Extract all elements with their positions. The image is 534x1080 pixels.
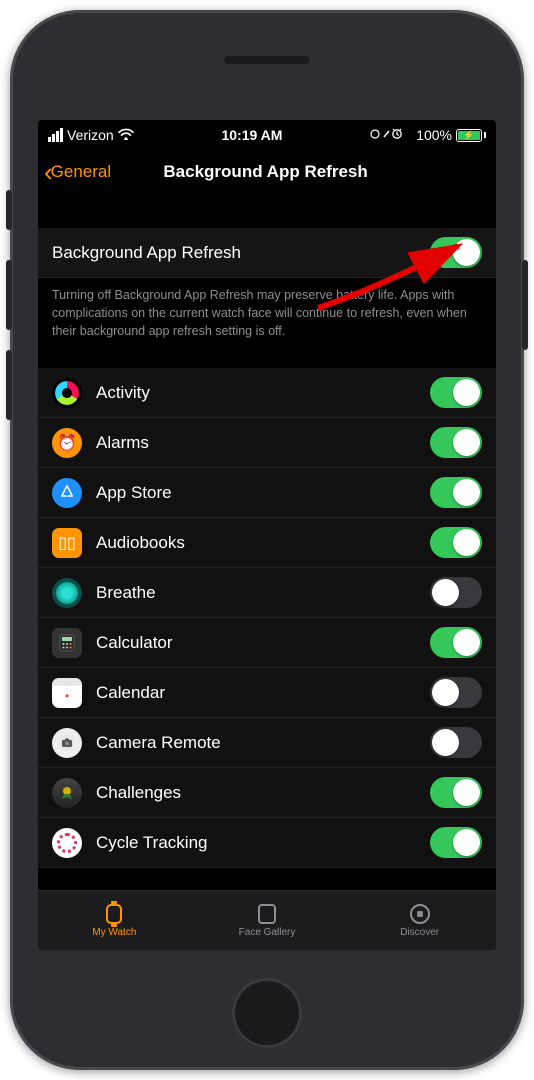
app-row-audiobooks[interactable]: ▯▯ Audiobooks <box>38 518 496 568</box>
camera-icon <box>52 728 82 758</box>
activity-icon <box>52 378 82 408</box>
app-toggle-activity[interactable] <box>430 377 482 408</box>
battery-pct: 100% <box>416 127 452 143</box>
app-row-camera[interactable]: Camera Remote <box>38 718 496 768</box>
tab-bar: My Watch Face Gallery Discover <box>38 890 496 950</box>
app-label: Calendar <box>96 683 430 703</box>
app-row-calendar[interactable]: ▪ Calendar <box>38 668 496 718</box>
watch-icon <box>101 903 127 925</box>
calculator-icon <box>52 628 82 658</box>
home-button[interactable] <box>232 978 302 1048</box>
app-toggle-alarms[interactable] <box>430 427 482 458</box>
alarms-icon: ⏰ <box>52 428 82 458</box>
app-toggle-cycle[interactable] <box>430 827 482 858</box>
app-row-calculator[interactable]: Calculator <box>38 618 496 668</box>
app-row-breathe[interactable]: Breathe <box>38 568 496 618</box>
face-icon <box>254 903 280 925</box>
master-toggle-row[interactable]: Background App Refresh <box>38 228 496 278</box>
app-label: Activity <box>96 383 430 403</box>
challenges-icon <box>52 778 82 808</box>
audiobooks-icon: ▯▯ <box>52 528 82 558</box>
status-bar: Verizon 10:19 AM 100% ⚡ <box>38 120 496 150</box>
app-label: Audiobooks <box>96 533 430 553</box>
wifi-icon <box>118 127 134 143</box>
app-list: Activity ⏰ Alarms App Store ▯▯ Audiobooks Brea… <box>38 368 496 868</box>
app-toggle-camera[interactable] <box>430 727 482 758</box>
app-label: Cycle Tracking <box>96 833 430 853</box>
app-row-appstore[interactable]: App Store <box>38 468 496 518</box>
battery-icon: ⚡ <box>456 129 486 142</box>
tab-label: Discover <box>400 927 439 938</box>
tab-label: My Watch <box>92 927 136 938</box>
clock: 10:19 AM <box>221 127 282 143</box>
master-toggle-label: Background App Refresh <box>52 243 430 263</box>
app-toggle-audiobooks[interactable] <box>430 527 482 558</box>
carrier-label: Verizon <box>67 127 114 143</box>
app-toggle-appstore[interactable] <box>430 477 482 508</box>
tab-label: Face Gallery <box>239 927 296 938</box>
section-footer: Turning off Background App Refresh may p… <box>38 278 496 340</box>
app-row-challenges[interactable]: Challenges <box>38 768 496 818</box>
back-label: General <box>51 162 111 182</box>
cycle-icon <box>52 828 82 858</box>
app-label: Alarms <box>96 433 430 453</box>
app-row-activity[interactable]: Activity <box>38 368 496 418</box>
tab-watch[interactable]: My Watch <box>38 891 191 950</box>
app-row-alarms[interactable]: ⏰ Alarms <box>38 418 496 468</box>
back-button[interactable]: ‹ General <box>44 159 111 185</box>
nav-bar: ‹ General Background App Refresh <box>38 150 496 194</box>
calendar-icon: ▪ <box>52 678 82 708</box>
app-toggle-calculator[interactable] <box>430 627 482 658</box>
tab-compass[interactable]: Discover <box>343 891 496 950</box>
app-label: Camera Remote <box>96 733 430 753</box>
app-label: Challenges <box>96 783 430 803</box>
app-label: Breathe <box>96 583 430 603</box>
status-indicators <box>370 128 412 143</box>
content: Background App Refresh Turning off Backg… <box>38 194 496 890</box>
page-title: Background App Refresh <box>111 162 420 182</box>
app-row-cycle[interactable]: Cycle Tracking <box>38 818 496 868</box>
appstore-icon <box>52 478 82 508</box>
tab-face[interactable]: Face Gallery <box>191 891 344 950</box>
app-label: Calculator <box>96 633 430 653</box>
app-label: App Store <box>96 483 430 503</box>
breathe-icon <box>52 578 82 608</box>
app-toggle-challenges[interactable] <box>430 777 482 808</box>
master-toggle[interactable] <box>430 237 482 268</box>
compass-icon <box>407 903 433 925</box>
app-toggle-breathe[interactable] <box>430 577 482 608</box>
signal-icon <box>48 128 63 142</box>
app-toggle-calendar[interactable] <box>430 677 482 708</box>
